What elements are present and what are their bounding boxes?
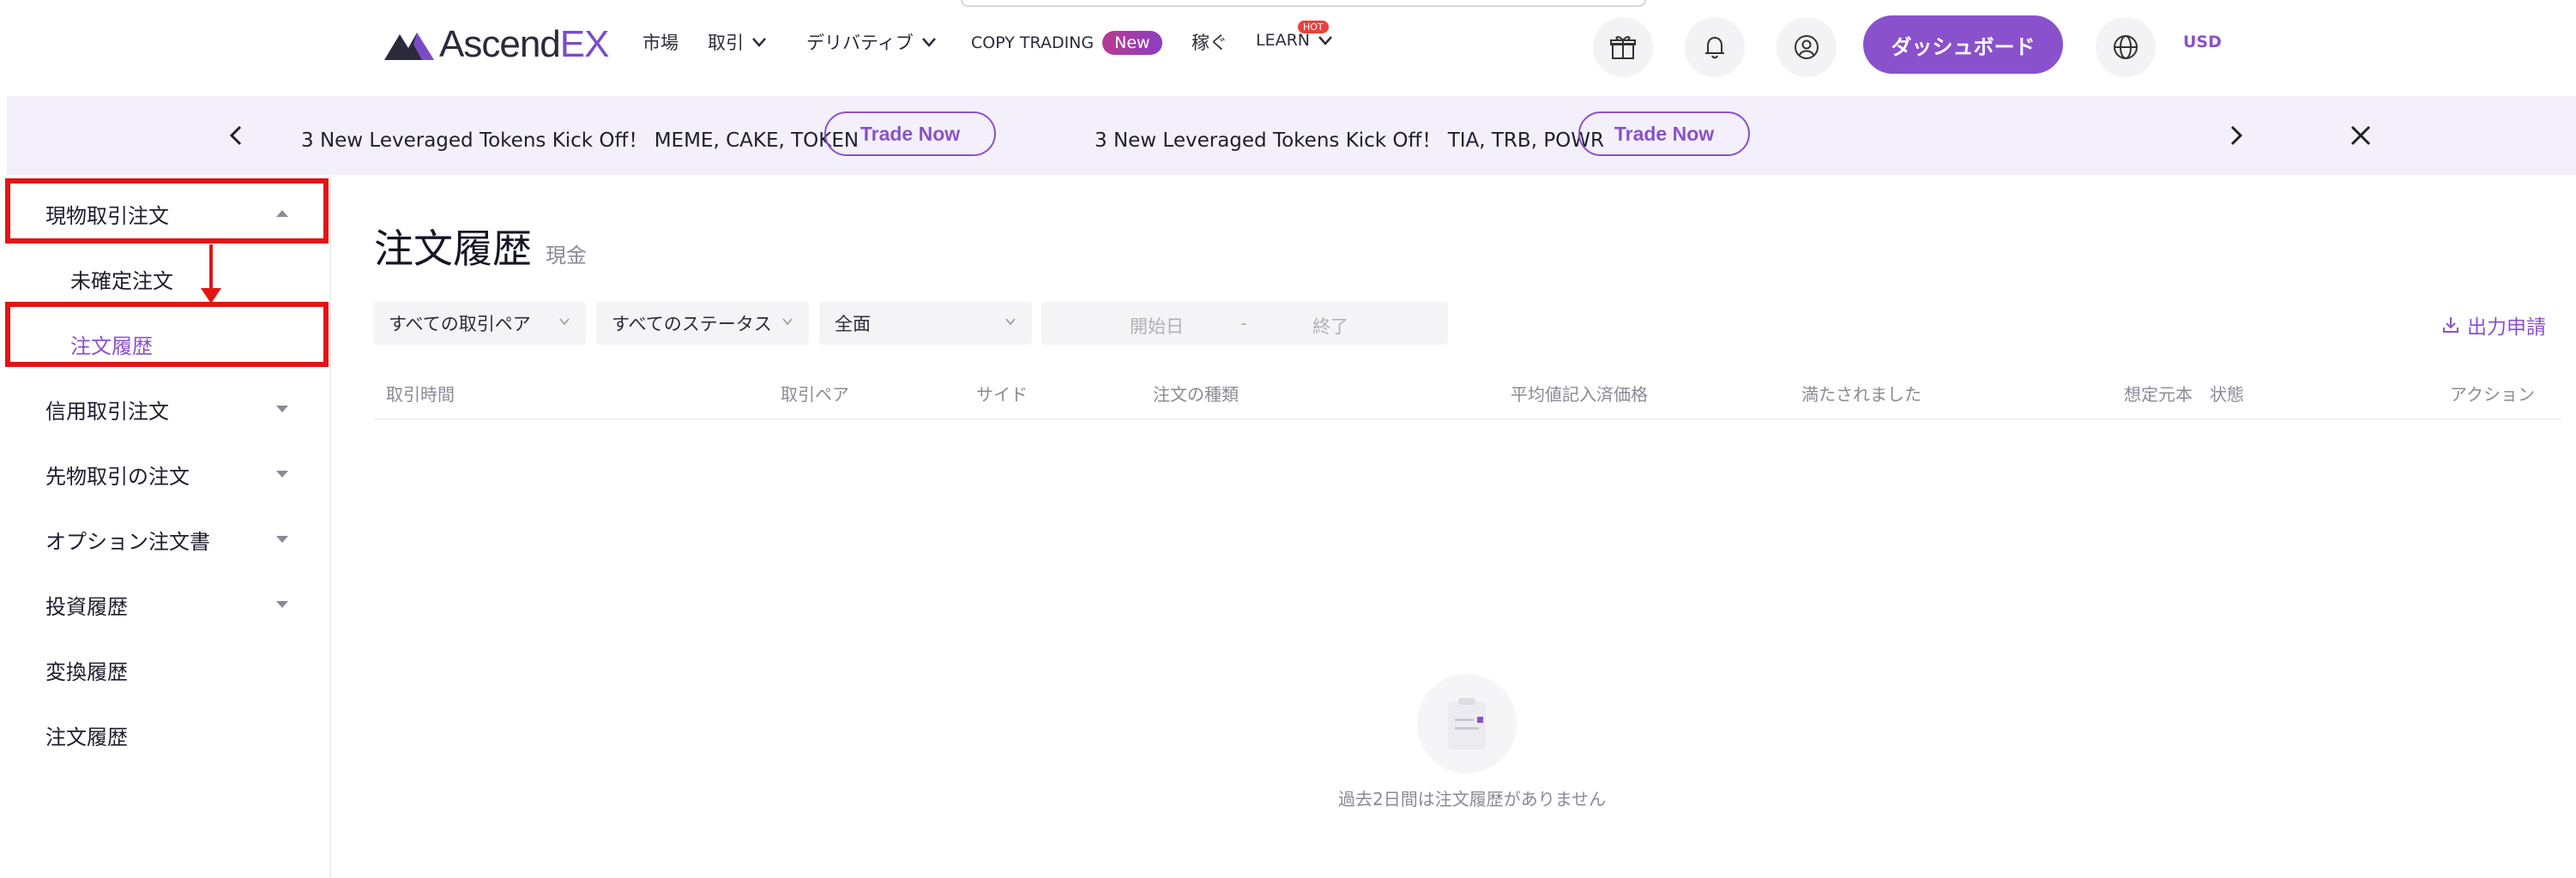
dashboard-button[interactable]: ダッシュボード	[1863, 15, 2063, 74]
nav-trade[interactable]: 取引	[708, 29, 768, 55]
caret-down-icon	[276, 406, 288, 412]
annotation-arrowhead	[201, 288, 221, 304]
chevron-down-icon	[782, 318, 793, 326]
status-filter-value: すべてのステータス	[612, 314, 772, 334]
chevron-down-icon	[921, 38, 936, 47]
sidebar-item-margin-orders[interactable]: 信用取引注文	[0, 379, 326, 439]
currency-selector[interactable]: USD	[2183, 33, 2222, 51]
status-filter-select[interactable]: すべてのステータス	[596, 302, 809, 345]
empty-state-text: 過去2日間は注文履歴がありません	[1338, 789, 1607, 809]
column-header-pair: 取引ペア	[781, 384, 849, 405]
sidebar-item-label: 先物取引の注文	[45, 464, 190, 489]
export-label: 出力申請	[2467, 316, 2546, 339]
chevron-right-icon[interactable]	[2220, 120, 2251, 151]
chevron-down-icon	[752, 38, 766, 47]
pair-filter-select[interactable]: すべての取引ペア	[373, 302, 586, 345]
column-header-action: アクション	[2450, 384, 2535, 405]
pair-filter-value: すべての取引ペア	[389, 314, 531, 334]
sidebar-item-label: 変換履歴	[45, 659, 128, 684]
promo-text-1: 3 New Leveraged Tokens Kick Off！ MEME, C…	[301, 129, 860, 152]
trade-now-button-2[interactable]: Trade Now	[1578, 111, 1750, 156]
nav-copy-trading[interactable]: COPY TRADING New	[971, 31, 1162, 55]
column-header-avg-price: 平均値記入済価格	[1511, 384, 1648, 405]
sidebar-item-label: 投資履歴	[45, 594, 128, 619]
sidebar-item-label: オプション注文書	[45, 529, 210, 554]
sidebar-item-label: 注文履歴	[45, 725, 128, 749]
sidebar-item-investment-history[interactable]: 投資履歴	[0, 574, 326, 634]
browser-popup-edge	[961, 0, 1646, 7]
sidebar-item-label: 現物取引注文	[45, 203, 169, 228]
caret-up-icon	[276, 210, 288, 217]
nav-market-label: 市場	[642, 33, 679, 53]
sidebar: 現物取引注文 未確定注文 注文履歴 信用取引注文 先物取引の注文 オプション注文…	[0, 175, 331, 878]
date-separator: -	[1240, 313, 1247, 334]
promo-text-2: 3 New Leveraged Tokens Kick Off！ TIA, TR…	[1095, 129, 1605, 152]
logo-text: AscendEX	[439, 23, 609, 65]
column-header-status: 状態	[2210, 384, 2244, 405]
side-filter-value: 全面	[835, 314, 871, 334]
nav-market[interactable]: 市場	[642, 29, 679, 55]
nav-learn-label: LEARN	[1256, 31, 1311, 50]
ascendex-logo[interactable]: AscendEX	[383, 23, 609, 65]
bell-icon	[1705, 36, 1724, 59]
sidebar-item-order-history[interactable]: 注文履歴	[0, 314, 326, 374]
nav-learn[interactable]: LEARN	[1256, 31, 1334, 50]
download-icon	[2443, 317, 2458, 333]
nav-trade-label: 取引	[708, 33, 744, 53]
table-header-divider	[374, 418, 2561, 420]
sidebar-item-option-orders[interactable]: オプション注文書	[0, 509, 326, 569]
date-range-picker[interactable]: 開始日 - 終了	[1041, 302, 1448, 345]
top-header: AscendEX 市場 取引 デリバティブ COPY TRADING New 稼…	[0, 0, 2576, 96]
clipboard-icon	[1448, 698, 1486, 749]
page-subtitle: 現金	[546, 244, 587, 268]
chevron-down-icon	[1005, 318, 1016, 326]
hot-badge: HOT	[1298, 21, 1329, 33]
nav-derivatives-label: デリバティブ	[806, 33, 914, 53]
nav-derivatives[interactable]: デリバティブ	[806, 29, 938, 55]
language-button[interactable]	[2096, 17, 2156, 77]
column-header-order-type: 注文の種類	[1153, 384, 1239, 405]
column-header-notional: 想定元本	[2124, 384, 2193, 405]
trade-now-button-1[interactable]: Trade Now	[824, 111, 996, 156]
sidebar-item-label: 未確定注文	[70, 268, 173, 293]
caret-down-icon	[276, 601, 288, 608]
notifications-button[interactable]	[1685, 17, 1745, 77]
sidebar-item-label: 信用取引注文	[45, 399, 169, 424]
chevron-left-icon[interactable]	[221, 120, 252, 151]
account-button[interactable]	[1777, 17, 1837, 77]
nav-earn-label: 稼ぐ	[1191, 33, 1228, 53]
caret-down-icon	[276, 536, 288, 543]
new-badge: New	[1102, 31, 1162, 55]
sidebar-item-open-orders[interactable]: 未確定注文	[0, 249, 326, 309]
main-content: 注文履歴 現金 すべての取引ペア すべてのステータス 全面 開始日 - 終了 出…	[331, 175, 2576, 878]
sidebar-item-spot-orders[interactable]: 現物取引注文	[0, 183, 326, 244]
globe-icon	[2114, 35, 2138, 59]
chevron-down-icon	[1318, 36, 1332, 45]
sidebar-item-order-history-2[interactable]: 注文履歴	[0, 705, 326, 765]
page-title: 注文履歴	[374, 226, 532, 272]
empty-state-icon	[1417, 674, 1517, 773]
start-date-input[interactable]: 開始日	[1130, 313, 1184, 339]
gift-icon	[1610, 36, 1636, 59]
caret-down-icon	[276, 471, 288, 478]
end-date-input[interactable]: 終了	[1312, 313, 1348, 339]
nav-earn[interactable]: 稼ぐ	[1191, 29, 1228, 55]
chevron-down-icon	[559, 318, 570, 326]
sidebar-item-label: 注文履歴	[70, 334, 153, 358]
annotation-arrow	[209, 244, 213, 292]
sidebar-item-futures-orders[interactable]: 先物取引の注文	[0, 444, 326, 504]
side-filter-select[interactable]: 全面	[819, 302, 1032, 345]
promo-banner: 3 New Leveraged Tokens Kick Off！ MEME, C…	[7, 96, 2576, 175]
sidebar-item-convert-history[interactable]: 変換履歴	[0, 640, 326, 700]
close-icon[interactable]	[2345, 120, 2376, 151]
column-header-filled: 満たされました	[1801, 384, 1921, 405]
gift-button[interactable]	[1593, 17, 1653, 77]
column-header-side: サイド	[976, 384, 1028, 405]
export-request-button[interactable]: 出力申請	[2441, 310, 2546, 340]
logo-mark-icon	[384, 33, 434, 60]
nav-copy-trading-label: COPY TRADING	[971, 33, 1095, 52]
user-icon	[1795, 35, 1819, 59]
column-header-time: 取引時間	[386, 384, 455, 405]
